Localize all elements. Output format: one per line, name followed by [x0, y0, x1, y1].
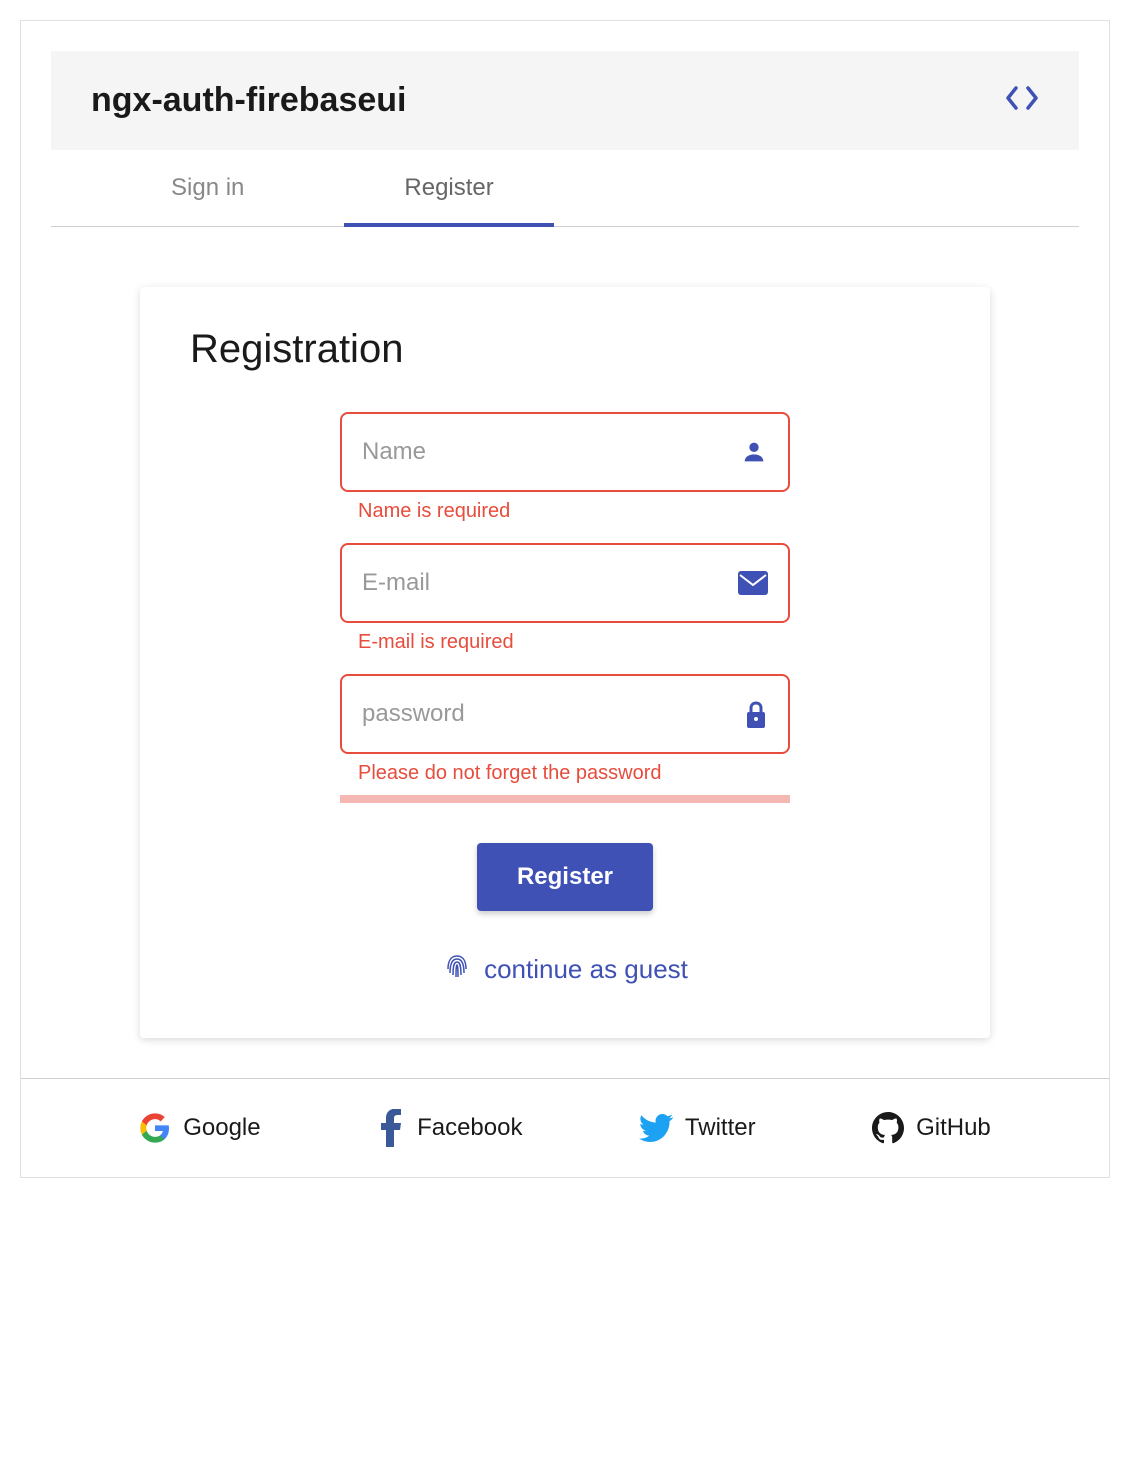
registration-card: Registration Name is required: [140, 287, 990, 1038]
email-input[interactable]: [362, 569, 738, 597]
twitter-icon: [639, 1114, 673, 1142]
provider-facebook-label: Facebook: [417, 1114, 522, 1142]
name-field-group: Name is required: [340, 412, 790, 523]
providers-bar: Google Facebook Twitter: [21, 1078, 1109, 1177]
content: Registration Name is required: [21, 227, 1109, 1078]
card-title: Registration: [190, 327, 940, 372]
header: ngx-auth-firebaseui: [51, 51, 1079, 150]
mail-icon: [738, 571, 768, 595]
provider-google[interactable]: Google: [139, 1112, 260, 1144]
code-icon[interactable]: [1005, 85, 1039, 117]
name-error: Name is required: [340, 500, 790, 523]
github-icon: [872, 1112, 904, 1144]
email-input-wrapper: [340, 543, 790, 623]
guest-link-label: continue as guest: [484, 954, 688, 985]
header-title: ngx-auth-firebaseui: [91, 81, 406, 120]
tabs: Sign in Register: [51, 150, 1079, 227]
google-icon: [139, 1112, 171, 1144]
name-input-wrapper: [340, 412, 790, 492]
auth-container: ngx-auth-firebaseui Sign in Register Reg…: [20, 20, 1110, 1178]
provider-github-label: GitHub: [916, 1114, 991, 1142]
provider-twitter[interactable]: Twitter: [639, 1114, 756, 1142]
provider-google-label: Google: [183, 1114, 260, 1142]
register-button[interactable]: Register: [477, 843, 653, 911]
password-input[interactable]: [362, 700, 744, 728]
facebook-icon: [377, 1109, 405, 1147]
lock-icon: [744, 700, 768, 728]
provider-facebook[interactable]: Facebook: [377, 1109, 522, 1147]
password-strength-bar: [340, 795, 790, 803]
person-icon: [740, 438, 768, 466]
registration-form: Name is required E-mail is required: [190, 412, 940, 988]
tab-signin[interactable]: Sign in: [51, 150, 344, 226]
tab-register[interactable]: Register: [344, 150, 553, 226]
email-field-group: E-mail is required: [340, 543, 790, 654]
provider-github[interactable]: GitHub: [872, 1112, 991, 1144]
email-error: E-mail is required: [340, 631, 790, 654]
name-input[interactable]: [362, 438, 740, 466]
password-error: Please do not forget the password: [340, 762, 790, 785]
provider-twitter-label: Twitter: [685, 1114, 756, 1142]
password-input-wrapper: [340, 674, 790, 754]
guest-link[interactable]: continue as guest: [442, 951, 688, 988]
password-field-group: Please do not forget the password: [340, 674, 790, 785]
fingerprint-icon: [442, 951, 472, 988]
